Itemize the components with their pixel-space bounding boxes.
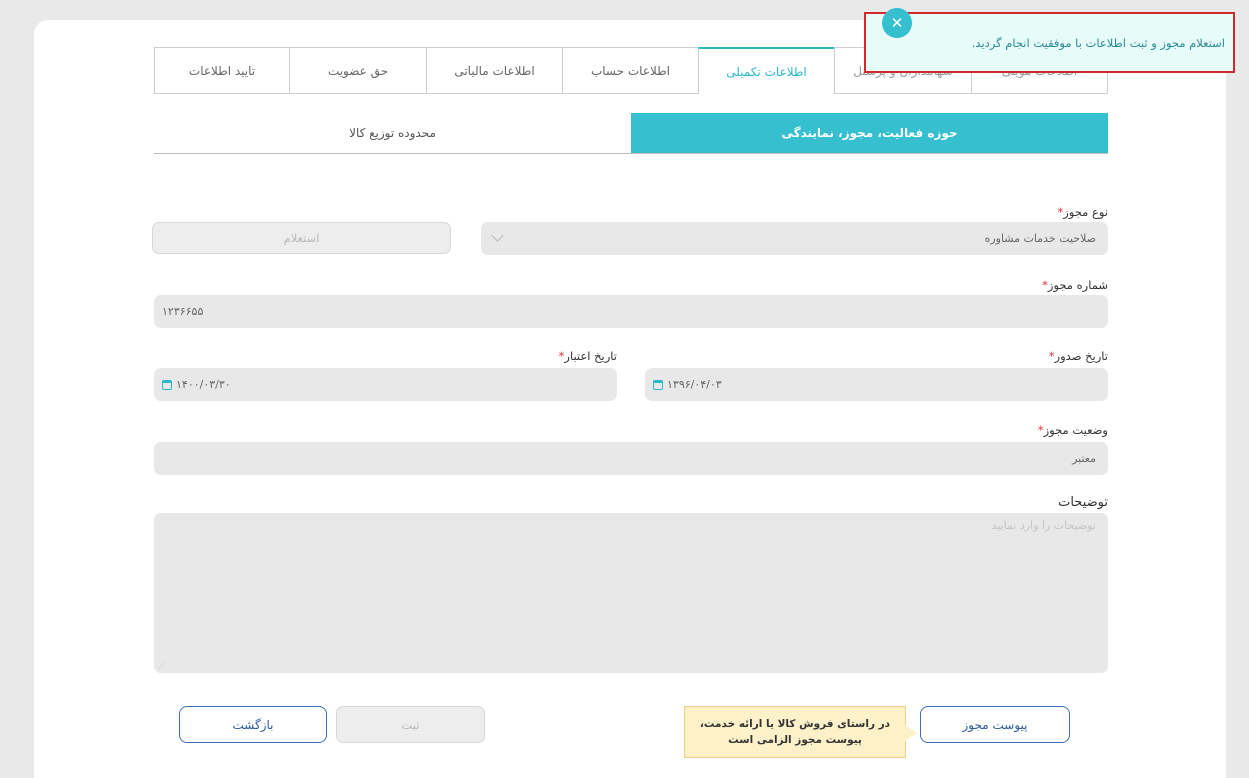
description-placeholder: توضیحات را وارد نمایید xyxy=(991,519,1096,532)
issue-date-value: ۱۳۹۶/۰۴/۰۳ xyxy=(667,378,722,391)
issue-date-label: تاریخ صدور* xyxy=(1049,349,1108,363)
license-status-label-text: وضعیت مجوز xyxy=(1043,423,1108,437)
attach-required-tooltip: در راستای فروش کالا یا ارائه خدمت، پیوست… xyxy=(684,706,917,758)
license-type-label: نوع مجوز* xyxy=(1058,205,1109,219)
toast-message: استعلام مجوز و ثبت اطلاعات با موفقیت انج… xyxy=(971,35,1225,50)
expiry-date-label-text: تاریخ اعتبار xyxy=(564,349,617,363)
issue-date-label-text: تاریخ صدور xyxy=(1054,349,1108,363)
license-status-field[interactable]: معتبر xyxy=(154,442,1108,475)
tooltip-line1: در راستای فروش کالا یا ارائه خدمت، xyxy=(699,718,891,730)
success-toast: ✕ استعلام مجوز و ثبت اطلاعات با موفقیت ا… xyxy=(864,8,1235,73)
chevron-down-icon xyxy=(491,229,504,242)
license-type-label-text: نوع مجوز xyxy=(1063,205,1108,219)
license-number-label-text: شماره مجوز xyxy=(1047,278,1108,292)
calendar-icon[interactable] xyxy=(162,379,172,390)
license-status-value: معتبر xyxy=(1072,452,1096,465)
license-number-field[interactable]: ۱۲۳۶۶۵۵ xyxy=(154,295,1108,328)
subtab-distribution[interactable]: محدوده توزیع کالا xyxy=(154,113,631,153)
submit-button[interactable]: ثبت xyxy=(336,706,485,743)
tooltip-line2: پیوست مجوز الزامی است xyxy=(728,734,862,746)
sub-tabs: محدوده توزیع کالا حوزه فعالیت، مجوز، نما… xyxy=(154,113,1108,154)
tab-supplementary[interactable]: اطلاعات تکمیلی xyxy=(698,47,834,94)
attach-license-button[interactable]: پیوست مجوز xyxy=(920,706,1070,743)
expiry-date-label: تاریخ اعتبار* xyxy=(559,349,617,363)
license-number-value: ۱۲۳۶۶۵۵ xyxy=(162,305,204,318)
subtab-activity-license[interactable]: حوزه فعالیت، مجوز، نمایندگی xyxy=(631,113,1108,153)
close-icon[interactable]: ✕ xyxy=(882,8,912,38)
expiry-date-field[interactable]: ۱۴۰۰/۰۳/۳۰ xyxy=(154,368,617,401)
tab-confirm[interactable]: تایید اطلاعات xyxy=(154,47,289,94)
tab-tax[interactable]: اطلاعات مالیاتی xyxy=(426,47,562,94)
calendar-icon[interactable] xyxy=(653,379,663,390)
license-status-label: وضعیت مجوز* xyxy=(1038,423,1108,437)
back-button[interactable]: بازگشت xyxy=(179,706,327,743)
resize-handle-icon[interactable]: ⋰ xyxy=(158,661,167,670)
description-label: توضیحات xyxy=(1058,495,1108,510)
expiry-date-value: ۱۴۰۰/۰۳/۳۰ xyxy=(176,378,231,391)
issue-date-field[interactable]: ۱۳۹۶/۰۴/۰۳ xyxy=(645,368,1108,401)
description-textarea[interactable]: توضیحات را وارد نمایید ⋰ xyxy=(154,513,1108,673)
tab-membership[interactable]: حق عضویت xyxy=(289,47,426,94)
license-type-value: صلاحیت خدمات مشاوره xyxy=(984,232,1096,245)
inquiry-button[interactable]: استعلام xyxy=(152,222,451,254)
license-type-select[interactable]: صلاحیت خدمات مشاوره xyxy=(481,222,1108,255)
license-number-label: شماره مجوز* xyxy=(1042,278,1108,292)
tab-account[interactable]: اطلاعات حساب xyxy=(562,47,698,94)
